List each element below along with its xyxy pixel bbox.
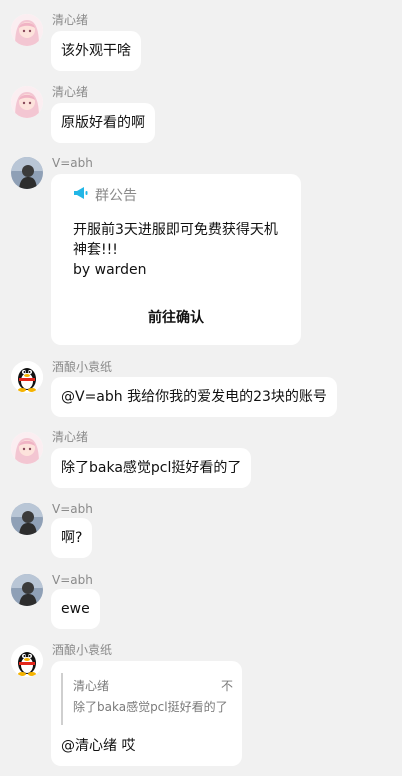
quoted-text: 除了baka感觉pcl挺好看的了 <box>73 700 228 714</box>
message-bubble[interactable]: @V=abh 我给你我的爱发电的23块的账号 <box>51 377 337 417</box>
announcement-line: 神套!!! <box>73 242 118 258</box>
anime-girl-avatar[interactable] <box>11 432 43 464</box>
message-bubble[interactable]: ewe <box>51 589 100 629</box>
announcement-title: 群公告 <box>95 188 137 204</box>
sender-name: 酒酿小袁纸 <box>52 643 113 657</box>
sender-name: V=abh <box>52 502 93 516</box>
message-bubble[interactable]: 啊? <box>51 518 93 558</box>
sender-name: 酒酿小袁纸 <box>52 360 113 374</box>
announcement-card[interactable]: 群公告 开服前3天进服即可免费获得天机 神套!!! by warden 前往确认 <box>51 174 301 345</box>
sender-name: 清心绪 <box>52 430 89 444</box>
sender-name: V=abh <box>52 156 93 170</box>
announcement-body: 开服前3天进服即可免费获得天机 神套!!! by warden <box>73 220 293 280</box>
photo-avatar[interactable] <box>11 574 43 606</box>
reply-text: @清心绪 哎 <box>61 738 136 754</box>
message-bubble[interactable]: 除了baka感觉pcl挺好看的了 <box>51 448 252 488</box>
message-bubble[interactable]: 该外观干啥 <box>51 31 141 71</box>
announcement-line: 开服前3天进服即可免费获得天机 <box>73 222 278 238</box>
reply-bubble[interactable]: 清心绪 不 除了baka感觉pcl挺好看的了 @清心绪 哎 <box>51 661 242 766</box>
anime-girl-avatar[interactable] <box>11 14 43 46</box>
confirm-button[interactable]: 前往确认 <box>51 308 301 328</box>
announcement-line: by warden <box>73 262 147 278</box>
qq-penguin-avatar[interactable] <box>11 361 43 393</box>
sender-name: V=abh <box>52 573 93 587</box>
sender-name: 清心绪 <box>52 85 89 99</box>
megaphone-icon <box>73 186 89 206</box>
sender-name: 清心绪 <box>52 13 89 27</box>
announcement-header: 群公告 <box>73 186 137 206</box>
quoted-message[interactable]: 清心绪 不 除了baka感觉pcl挺好看的了 <box>61 673 233 725</box>
anime-girl-avatar[interactable] <box>11 86 43 118</box>
qq-penguin-avatar[interactable] <box>11 645 43 677</box>
photo-avatar[interactable] <box>11 503 43 535</box>
photo-avatar[interactable] <box>11 157 43 189</box>
quoted-sender: 清心绪 <box>73 679 110 693</box>
quote-close: 不 <box>220 679 233 693</box>
message-bubble[interactable]: 原版好看的啊 <box>51 103 155 143</box>
